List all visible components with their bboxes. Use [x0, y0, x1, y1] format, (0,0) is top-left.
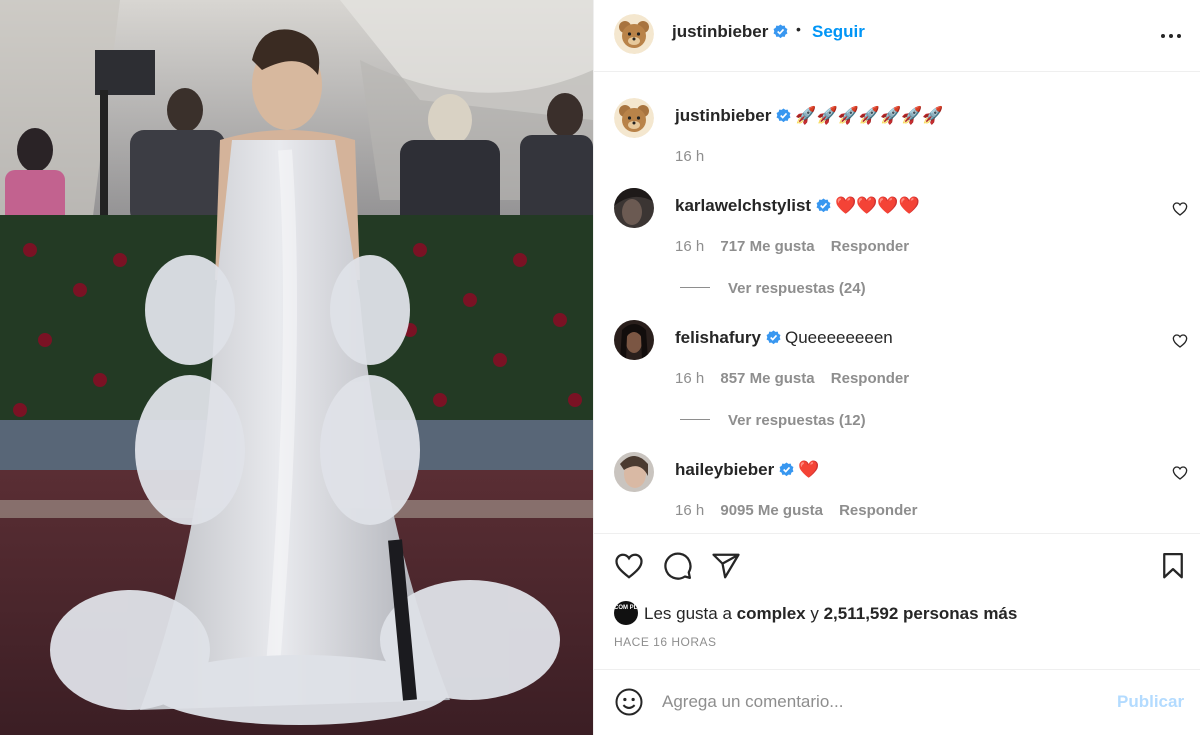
comment-likes[interactable]: 857 Me gusta	[720, 370, 814, 387]
comment-username[interactable]: karlawelchstylist	[675, 196, 811, 215]
comment-likes[interactable]: 717 Me gusta	[720, 238, 814, 255]
add-comment-bar: Publicar	[594, 669, 1200, 735]
view-replies-button[interactable]: Ver respuestas (12)	[680, 412, 866, 429]
comment-line: felishafury Queeeeeeeen	[675, 328, 893, 348]
caption-username[interactable]: justinbieber	[675, 106, 771, 125]
bookmark-icon[interactable]	[1158, 551, 1188, 581]
bear-avatar-icon	[614, 98, 654, 138]
complex-logo: COM PLEX	[614, 605, 646, 611]
like-comment-heart-icon[interactable]	[1172, 333, 1188, 349]
emoji-icon[interactable]	[614, 687, 644, 717]
verified-badge-icon	[816, 198, 831, 213]
profile-photo-icon	[614, 320, 654, 360]
post-timestamp[interactable]: HACE 16 HORAS	[614, 635, 717, 649]
liker-avatar[interactable]: COM PLEX	[614, 601, 646, 625]
comment-icon[interactable]	[663, 551, 693, 581]
reply-button[interactable]: Responder	[831, 370, 909, 387]
comment-meta: 16 h 717 Me gusta Responder	[675, 238, 921, 255]
like-comment-heart-icon[interactable]	[1172, 465, 1188, 481]
heart-icon[interactable]	[614, 551, 644, 581]
view-replies-button[interactable]: Ver respuestas (24)	[680, 280, 866, 297]
comment-time[interactable]: 16 h	[675, 502, 704, 519]
verified-badge-icon	[779, 462, 794, 477]
post-details-panel: justinbieber • Seguir justinbieber 🚀🚀🚀🚀🚀…	[593, 0, 1200, 735]
profile-photo-icon	[614, 188, 654, 228]
commenter-avatar[interactable]	[614, 188, 654, 228]
likes-prefix: Les gusta a	[644, 604, 732, 623]
liker-username[interactable]: complex	[737, 604, 806, 623]
bear-avatar-icon	[614, 14, 654, 54]
comment-meta: 16 h 857 Me gusta Responder	[675, 370, 921, 387]
post-actions: COM PLEX Les gusta a complex y 2,511,592 …	[594, 533, 1200, 669]
replies-divider	[680, 419, 710, 420]
likes-summary: COM PLEX Les gusta a complex y 2,511,592 …	[614, 601, 1017, 625]
comment-input[interactable]	[662, 684, 1102, 720]
comment-username[interactable]: haileybieber	[675, 460, 774, 479]
replies-divider	[680, 287, 710, 288]
post-photo[interactable]	[0, 0, 593, 735]
likes-connector: y	[810, 604, 819, 623]
commenter-avatar[interactable]	[614, 452, 654, 492]
view-replies-label[interactable]: Ver respuestas (12)	[728, 412, 866, 429]
verified-badge-icon	[766, 330, 781, 345]
likes-count-others[interactable]: 2,511,592 personas más	[824, 604, 1018, 623]
comment-meta: 16 h 9095 Me gusta Responder	[675, 502, 929, 519]
comment-text: ❤️❤️❤️❤️	[835, 196, 920, 215]
comment-text: ❤️	[798, 460, 820, 479]
view-replies-label[interactable]: Ver respuestas (24)	[728, 280, 866, 297]
author-avatar[interactable]	[614, 14, 654, 54]
author-username-text[interactable]: justinbieber	[672, 22, 768, 41]
comment-line: karlawelchstylist ❤️❤️❤️❤️	[675, 196, 920, 216]
more-options-icon[interactable]	[1159, 24, 1183, 48]
share-icon[interactable]	[711, 551, 741, 581]
follow-button[interactable]: Seguir	[812, 22, 865, 42]
comment-likes[interactable]: 9095 Me gusta	[720, 502, 823, 519]
comment-text: Queeeeeeeen	[784, 328, 893, 347]
caption-time[interactable]: 16 h	[675, 148, 704, 165]
comment-time[interactable]: 16 h	[675, 370, 704, 387]
post-header: justinbieber • Seguir	[594, 0, 1200, 72]
separator-dot: •	[796, 21, 801, 37]
comments-list[interactable]: justinbieber 🚀🚀🚀🚀🚀🚀🚀 16 h karlawelchstyli…	[594, 72, 1200, 532]
reply-button[interactable]: Responder	[831, 238, 909, 255]
publish-button[interactable]: Publicar	[1117, 692, 1184, 712]
profile-photo-icon	[614, 452, 654, 492]
author-username[interactable]: justinbieber	[672, 22, 788, 42]
comment-line: haileybieber ❤️	[675, 460, 819, 480]
comment-time[interactable]: 16 h	[675, 238, 704, 255]
comment-username[interactable]: felishafury	[675, 328, 761, 347]
reply-button[interactable]: Responder	[839, 502, 917, 519]
commenter-avatar[interactable]	[614, 320, 654, 360]
verified-badge-icon	[773, 24, 788, 39]
post-photo-illustration	[0, 0, 593, 735]
caption-text: 🚀🚀🚀🚀🚀🚀🚀	[795, 106, 944, 125]
verified-badge-icon	[776, 108, 791, 123]
caption-author-avatar[interactable]	[614, 98, 654, 138]
caption-line: justinbieber 🚀🚀🚀🚀🚀🚀🚀	[675, 106, 944, 126]
caption-meta: 16 h	[675, 148, 716, 165]
like-comment-heart-icon[interactable]	[1172, 201, 1188, 217]
